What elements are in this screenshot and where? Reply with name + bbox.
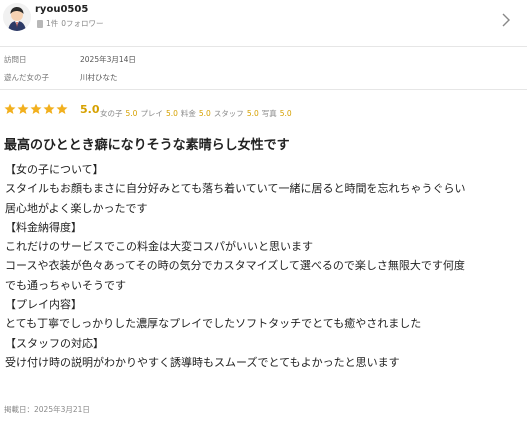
star-icon: [56, 103, 68, 114]
review-line: 【スタッフの対応】: [5, 336, 104, 350]
girl-label: 遊んだ女の子: [4, 73, 49, 82]
avatar[interactable]: [3, 3, 31, 31]
score-value: 5.0: [279, 109, 292, 118]
star-icon: [4, 103, 16, 114]
star-icon: [30, 103, 42, 114]
review-line: コースや衣装が色々あってその時の気分でカスタマイズして選べるので楽しさ無限大です…: [5, 259, 465, 273]
overall-score: 5.0: [80, 103, 100, 116]
score-label: 写真: [261, 109, 277, 118]
review-title: 最高のひととき癖になりそうな素晴らし女性です: [4, 138, 290, 153]
review-line: 【料金納得度】: [5, 220, 82, 234]
score-label: スタッフ: [213, 109, 244, 118]
visit-date-value: 2025年3月14日: [80, 55, 136, 64]
review-line: 受け付け時の説明がわかりやすく誘導時もスムーズでとてもよかったと思います: [5, 355, 400, 369]
divider: [0, 89, 527, 90]
user-stats: 1件 0フォロワー: [37, 19, 104, 29]
avatar-icon: [3, 3, 31, 31]
divider: [0, 46, 527, 47]
chevron-right-icon[interactable]: [499, 12, 513, 28]
score-value: 5.0: [246, 109, 259, 118]
score-value: 5.0: [125, 109, 138, 118]
review-line: 【プレイ内容】: [5, 298, 82, 312]
score-label: 女の子: [100, 109, 123, 118]
username[interactable]: ryou0505: [35, 4, 88, 16]
visit-date-label: 訪問日: [4, 55, 27, 64]
sub-scores: 女の子 5.0 プレイ 5.0 料金 5.0 スタッフ 5.0 写真 5.0: [100, 109, 295, 119]
star-icon: [43, 103, 55, 114]
review-line: スタイルもお顔もまさに自分好みとても落ち着いていて一緒に居ると時間を忘れちゃうぐ…: [5, 182, 466, 196]
review-line: 居心地がよく楽しかったです: [5, 201, 148, 215]
review-line: これだけのサービスでこの料金は大変コスパがいいと思います: [5, 240, 313, 254]
follower-count: 0フォロワー: [61, 19, 104, 28]
star-icon: [17, 103, 29, 114]
review-line: 【女の子について】: [5, 163, 104, 176]
girl-name[interactable]: 川村ひなた: [80, 73, 118, 83]
score-label: 料金: [180, 109, 196, 118]
post-count: 1件: [46, 19, 59, 28]
star-rating: [4, 103, 68, 115]
review-line: でも通っちゃいそうです: [5, 278, 126, 292]
posted-date: 掲載日：2025年3月21日: [4, 405, 90, 414]
review-body: 【女の子について】 スタイルもお顔もまさに自分好みとても落ち着いていて一緒に居る…: [5, 160, 525, 372]
review-line: とても丁寧でしっかりした濃厚なプレイでしたソフトタッチでとても癒やされました: [5, 317, 422, 331]
score-label: プレイ: [140, 109, 163, 118]
score-value: 5.0: [198, 109, 211, 118]
document-icon: [37, 20, 43, 28]
score-value: 5.0: [165, 109, 178, 118]
reviewer-header[interactable]: ryou0505 1件 0フォロワー: [0, 0, 527, 42]
